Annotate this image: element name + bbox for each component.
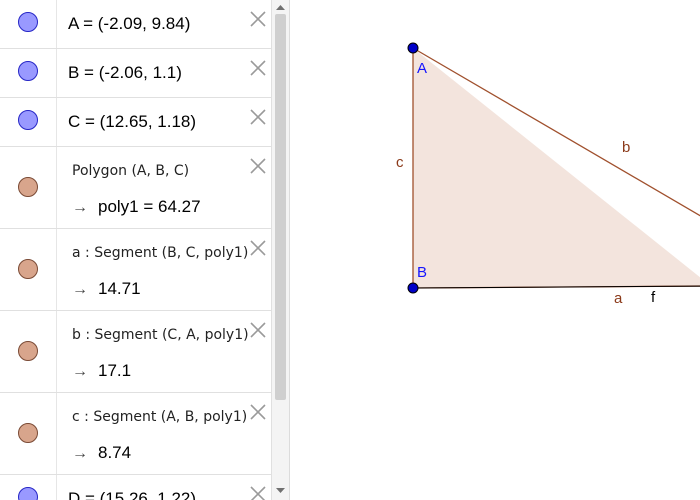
marble-cell xyxy=(0,0,57,48)
polygon-definition[interactable]: Polygon (A, B, C) xyxy=(72,163,189,179)
point-b-marker[interactable] xyxy=(407,282,419,294)
segment-a-definition[interactable]: a : Segment (B, C, poly1) xyxy=(72,245,248,261)
segment-b-label: b xyxy=(622,139,630,156)
close-icon[interactable] xyxy=(248,107,268,127)
close-icon[interactable] xyxy=(248,58,268,78)
close-icon[interactable] xyxy=(248,320,268,340)
algebra-row-segment-b[interactable]: b : Segment (C, A, poly1) → 17.1 xyxy=(0,311,272,393)
algebra-row-point-d[interactable]: D = (15.26, 1.22) xyxy=(0,475,272,500)
visibility-marble-icon[interactable] xyxy=(18,259,38,279)
algebra-list: A = (-2.09, 9.84) B = (-2.06, 1.1) C = (… xyxy=(0,0,272,500)
line-f-label: f xyxy=(651,289,656,306)
close-icon[interactable] xyxy=(248,484,268,500)
close-icon[interactable] xyxy=(248,238,268,258)
point-b-text[interactable]: B = (-2.06, 1.1) xyxy=(68,63,182,83)
algebra-row-segment-c[interactable]: c : Segment (A, B, poly1) → 8.74 xyxy=(0,393,272,475)
close-icon[interactable] xyxy=(248,9,268,29)
algebra-row-polygon[interactable]: Polygon (A, B, C) → poly1 = 64.27 xyxy=(0,147,272,229)
polygon-value[interactable]: → poly1 = 64.27 xyxy=(72,197,201,217)
segment-a-label: a xyxy=(614,290,623,307)
arrow-icon: → xyxy=(72,281,88,298)
marble-cell xyxy=(0,147,57,228)
visibility-marble-icon[interactable] xyxy=(18,177,38,197)
arrow-icon: → xyxy=(72,363,88,380)
point-b-label: B xyxy=(417,264,427,281)
arrow-icon: → xyxy=(72,445,88,462)
close-icon[interactable] xyxy=(248,156,268,176)
visibility-marble-icon[interactable] xyxy=(18,487,38,500)
segment-c-value[interactable]: → 8.74 xyxy=(72,443,131,463)
visibility-marble-icon[interactable] xyxy=(18,110,38,130)
algebra-row-segment-a[interactable]: a : Segment (B, C, poly1) → 14.71 xyxy=(0,229,272,311)
segment-c-label: c xyxy=(396,154,404,171)
segment-c-value-text: 8.74 xyxy=(98,443,132,462)
visibility-marble-icon[interactable] xyxy=(18,341,38,361)
graphics-view[interactable]: A B b c a f xyxy=(291,0,700,500)
algebra-view: A = (-2.09, 9.84) B = (-2.06, 1.1) C = (… xyxy=(0,0,290,500)
marble-cell xyxy=(0,229,57,310)
polygon-value-text: poly1 = 64.27 xyxy=(98,197,201,216)
arrow-icon: → xyxy=(72,199,88,216)
scroll-down-arrow-icon[interactable] xyxy=(276,487,285,494)
point-c-text[interactable]: C = (12.65, 1.18) xyxy=(68,112,196,132)
polygon-poly1[interactable] xyxy=(413,48,700,288)
point-a-label: A xyxy=(417,60,427,77)
algebra-scrollbar[interactable] xyxy=(272,0,289,500)
segment-b-value[interactable]: → 17.1 xyxy=(72,361,131,381)
close-icon[interactable] xyxy=(248,402,268,422)
marble-cell xyxy=(0,98,57,146)
point-a-text[interactable]: A = (-2.09, 9.84) xyxy=(68,14,190,34)
visibility-marble-icon[interactable] xyxy=(18,12,38,32)
segment-a-value[interactable]: → 14.71 xyxy=(72,279,141,299)
marble-cell xyxy=(0,49,57,97)
point-a-marker[interactable] xyxy=(407,42,419,54)
segment-b-definition[interactable]: b : Segment (C, A, poly1) xyxy=(72,327,249,343)
marble-cell xyxy=(0,475,57,500)
marble-cell xyxy=(0,393,57,474)
marble-cell xyxy=(0,311,57,392)
visibility-marble-icon[interactable] xyxy=(18,61,38,81)
segment-a-value-text: 14.71 xyxy=(98,279,141,298)
point-d-text[interactable]: D = (15.26, 1.22) xyxy=(68,489,196,500)
segment-c-definition[interactable]: c : Segment (A, B, poly1) xyxy=(72,409,247,425)
algebra-row-point-b[interactable]: B = (-2.06, 1.1) xyxy=(0,49,272,98)
graphics-canvas[interactable]: A B b c a f xyxy=(291,0,700,500)
segment-b-value-text: 17.1 xyxy=(98,361,132,380)
algebra-row-point-c[interactable]: C = (12.65, 1.18) xyxy=(0,98,272,147)
scroll-up-arrow-icon[interactable] xyxy=(276,4,285,11)
algebra-row-point-a[interactable]: A = (-2.09, 9.84) xyxy=(0,0,272,49)
scroll-thumb[interactable] xyxy=(275,14,286,400)
visibility-marble-icon[interactable] xyxy=(18,423,38,443)
